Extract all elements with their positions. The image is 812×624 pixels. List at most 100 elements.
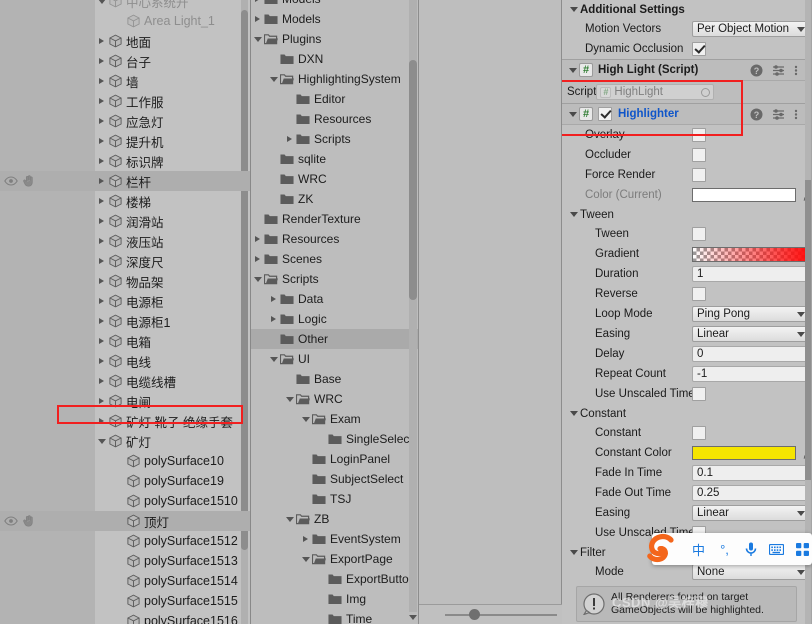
- prop-loop-mode[interactable]: Loop Mode Ping Pong: [562, 304, 810, 324]
- project-item[interactable]: ZB: [251, 509, 418, 529]
- project-item[interactable]: ExportPage: [251, 549, 418, 569]
- loop-mode-dropdown[interactable]: Ping Pong: [692, 306, 810, 322]
- hierarchy-item[interactable]: 楼梯: [0, 191, 250, 211]
- fade-out-time-input[interactable]: 0.25: [692, 485, 810, 501]
- chevron-right-icon[interactable]: [95, 171, 108, 191]
- prop-occluder[interactable]: Occluder: [562, 145, 805, 165]
- prop-fade-in-time[interactable]: Fade In Time 0.1: [562, 463, 810, 483]
- chevron-down-icon[interactable]: [267, 69, 280, 89]
- chevron-right-icon[interactable]: [267, 309, 280, 329]
- gradient-swatch[interactable]: [692, 246, 810, 262]
- project-item[interactable]: EventSystem: [251, 529, 418, 549]
- constant-easing-dropdown[interactable]: Linear: [692, 505, 810, 521]
- inspector-scrollbar[interactable]: [805, 0, 811, 624]
- chevron-right-icon[interactable]: [95, 191, 108, 211]
- dynamic-occlusion-checkbox[interactable]: [692, 42, 706, 56]
- chevron-right-icon[interactable]: [283, 129, 296, 149]
- chevron-right-icon[interactable]: [95, 51, 108, 71]
- chevron-right-icon[interactable]: [299, 529, 312, 549]
- chevron-down-icon[interactable]: [567, 543, 580, 562]
- prop-duration[interactable]: Duration 1: [562, 264, 810, 284]
- chevron-down-icon[interactable]: [299, 549, 312, 569]
- sogou-logo-icon[interactable]: [644, 531, 680, 567]
- chevron-down-icon[interactable]: [566, 105, 579, 124]
- hierarchy-panel[interactable]: 中心系统开 Area Light_1 地面 台子墙工作服 应急灯 提升机 标识牌 栏杆 楼梯 润滑…: [0, 0, 250, 624]
- chevron-right-icon[interactable]: [95, 311, 108, 331]
- prop-script-reference[interactable]: Script # HighLight: [562, 81, 805, 103]
- project-item[interactable]: Models: [251, 0, 418, 9]
- ime-apps-icon[interactable]: [794, 542, 811, 556]
- project-item[interactable]: WRC: [251, 389, 418, 409]
- inspector-panel[interactable]: Additional Settings Motion Vectors Per O…: [562, 0, 811, 624]
- chevron-right-icon[interactable]: [251, 0, 264, 9]
- chevron-right-icon[interactable]: [95, 371, 108, 391]
- ime-punctuation-mode[interactable]: °,: [716, 542, 733, 557]
- prop-constant-color[interactable]: Constant Color: [562, 443, 811, 463]
- chevron-right-icon[interactable]: [95, 291, 108, 311]
- chevron-down-icon[interactable]: [251, 269, 264, 289]
- hierarchy-row-toggles[interactable]: [4, 171, 35, 191]
- project-item[interactable]: SubjectSelect: [251, 469, 418, 489]
- project-item[interactable]: Resources: [251, 109, 418, 129]
- section-tween[interactable]: Tween: [562, 205, 805, 224]
- chevron-right-icon[interactable]: [267, 289, 280, 309]
- hierarchy-item[interactable]: 物品架: [0, 271, 250, 291]
- kebab-menu-icon[interactable]: [794, 64, 798, 77]
- help-icon[interactable]: ?: [750, 64, 763, 77]
- project-item[interactable]: ExportButton: [251, 569, 418, 589]
- chevron-right-icon[interactable]: [95, 71, 108, 91]
- project-item[interactable]: Scripts: [251, 269, 418, 289]
- project-item[interactable]: Img: [251, 589, 418, 609]
- hierarchy-item[interactable]: 顶灯: [0, 511, 250, 531]
- project-item[interactable]: HighlightingSystem: [251, 69, 418, 89]
- project-tree[interactable]: Models Models Plugins DXN HighlightingSystem…: [251, 0, 418, 624]
- prop-gradient[interactable]: Gradient: [562, 244, 810, 264]
- chevron-down-icon[interactable]: [566, 61, 579, 80]
- hierarchy-item[interactable]: 电线: [0, 351, 250, 371]
- project-item[interactable]: Data: [251, 289, 418, 309]
- chevron-down-icon[interactable]: [283, 389, 296, 409]
- chevron-down-icon[interactable]: [95, 431, 108, 451]
- hierarchy-item[interactable]: polySurface10: [0, 451, 250, 471]
- prop-dynamic-occlusion[interactable]: Dynamic Occlusion: [562, 39, 805, 59]
- duration-input[interactable]: 1: [692, 266, 810, 282]
- chevron-right-icon[interactable]: [95, 271, 108, 291]
- component-header-highlighter[interactable]: # Highlighter ?: [562, 103, 805, 125]
- ime-language-mode[interactable]: 中: [690, 540, 707, 559]
- occluder-checkbox[interactable]: [692, 148, 706, 162]
- project-scrollbar-thumb[interactable]: [409, 60, 417, 300]
- sogou-ime-toolbar[interactable]: 中 °,: [647, 533, 812, 565]
- section-constant[interactable]: Constant: [562, 404, 805, 423]
- chevron-right-icon[interactable]: [95, 111, 108, 131]
- hierarchy-item[interactable]: 矿灯: [0, 431, 250, 451]
- chevron-right-icon[interactable]: [95, 151, 108, 171]
- hierarchy-row-toggles[interactable]: [4, 511, 35, 531]
- inspector-scrollbar-thumb[interactable]: [805, 180, 811, 480]
- prop-overlay[interactable]: Overlay: [562, 125, 805, 145]
- chevron-down-icon[interactable]: [299, 409, 312, 429]
- project-item[interactable]: sqlite: [251, 149, 418, 169]
- hierarchy-tree[interactable]: 中心系统开 Area Light_1 地面 台子墙工作服 应急灯 提升机 标识牌 栏杆 楼梯 润滑…: [0, 0, 250, 624]
- hierarchy-item[interactable]: 标识牌: [0, 151, 250, 171]
- hierarchy-item[interactable]: polySurface1514: [0, 571, 250, 591]
- reverse-checkbox[interactable]: [692, 287, 706, 301]
- project-item[interactable]: Exam: [251, 409, 418, 429]
- prop-force-render[interactable]: Force Render: [562, 165, 805, 185]
- hierarchy-item[interactable]: Area Light_1: [0, 11, 250, 31]
- project-item[interactable]: TSJ: [251, 489, 418, 509]
- pickability-hand-icon[interactable]: [22, 515, 35, 527]
- hierarchy-item[interactable]: 电闸: [0, 391, 250, 411]
- prop-tween-easing[interactable]: Easing Linear: [562, 324, 810, 344]
- chevron-right-icon[interactable]: [251, 229, 264, 249]
- prop-delay[interactable]: Delay 0: [562, 344, 810, 364]
- hierarchy-item[interactable]: 电源柜: [0, 291, 250, 311]
- hierarchy-item[interactable]: 电缆线槽: [0, 371, 250, 391]
- prop-reverse[interactable]: Reverse: [562, 284, 805, 304]
- hierarchy-item[interactable]: polySurface1512: [0, 531, 250, 551]
- project-item[interactable]: Time: [251, 609, 418, 624]
- chevron-right-icon[interactable]: [95, 211, 108, 231]
- hierarchy-item[interactable]: 液压站: [0, 231, 250, 251]
- chevron-down-icon[interactable]: [95, 0, 108, 11]
- motion-vectors-dropdown[interactable]: Per Object Motion: [692, 21, 810, 37]
- prop-tween[interactable]: Tween: [562, 224, 805, 244]
